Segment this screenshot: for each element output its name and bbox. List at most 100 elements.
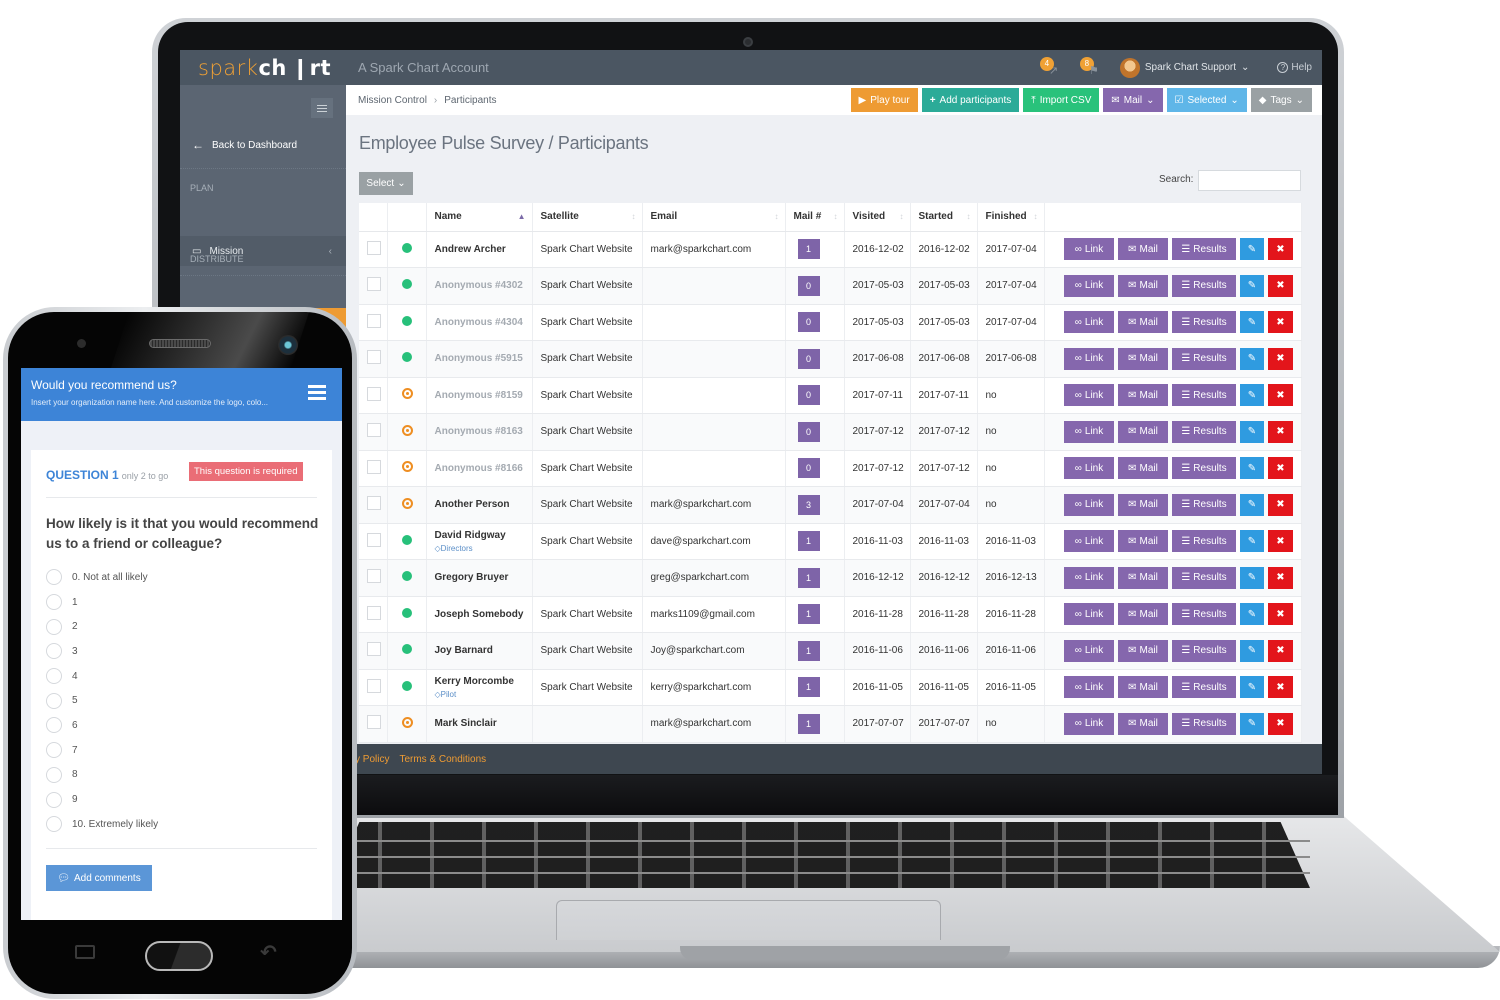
delete-button[interactable]: ✖ xyxy=(1268,420,1293,443)
answer-option[interactable]: 9 xyxy=(46,787,158,812)
column-header-visited[interactable]: Visited ↕ xyxy=(844,203,911,232)
sidebar-toggle-button[interactable] xyxy=(311,98,333,118)
results-button[interactable]: ☰ Results xyxy=(1172,639,1236,662)
radio-button[interactable] xyxy=(46,618,62,635)
row-checkbox[interactable] xyxy=(367,423,381,438)
row-checkbox[interactable] xyxy=(367,605,381,620)
row-checkbox[interactable] xyxy=(367,277,381,292)
link-button[interactable]: ∞ Link xyxy=(1064,347,1114,370)
mail-button[interactable]: ✉ Mail xyxy=(1118,274,1168,297)
participant-name[interactable]: Kerry Morcombe xyxy=(435,676,514,687)
answer-option[interactable]: 0. Not at all likely xyxy=(46,565,158,590)
home-button[interactable] xyxy=(145,941,213,971)
row-checkbox[interactable] xyxy=(367,715,381,730)
radio-button[interactable] xyxy=(46,766,62,783)
results-button[interactable]: ☰ Results xyxy=(1172,274,1236,297)
delete-button[interactable]: ✖ xyxy=(1268,712,1293,735)
answer-option[interactable]: 10. Extremely likely xyxy=(46,812,158,837)
terms-link[interactable]: Terms & Conditions xyxy=(399,754,486,765)
selected-dropdown-button[interactable]: ☑ Selected ⌄ xyxy=(1166,88,1247,112)
row-checkbox[interactable] xyxy=(367,569,381,584)
results-button[interactable]: ☰ Results xyxy=(1172,676,1236,699)
participant-name[interactable]: Anonymous #8159 xyxy=(435,390,523,401)
participant-name[interactable]: Anonymous #5915 xyxy=(435,353,523,364)
participant-name[interactable]: Mark Sinclair xyxy=(435,718,497,729)
mail-button[interactable]: ✉ Mail xyxy=(1118,420,1168,443)
edit-button[interactable]: ✎ xyxy=(1240,311,1264,334)
edit-button[interactable]: ✎ xyxy=(1240,457,1264,480)
answer-option[interactable]: 8 xyxy=(46,763,158,788)
row-checkbox[interactable] xyxy=(367,678,381,693)
radio-button[interactable] xyxy=(46,742,62,759)
mail-button[interactable]: ✉ Mail xyxy=(1118,457,1168,480)
mail-button[interactable]: ✉ Mail xyxy=(1118,639,1168,662)
delete-button[interactable]: ✖ xyxy=(1268,311,1293,334)
link-button[interactable]: ∞ Link xyxy=(1064,566,1114,589)
delete-button[interactable]: ✖ xyxy=(1268,384,1293,407)
link-button[interactable]: ∞ Link xyxy=(1064,639,1114,662)
row-checkbox[interactable] xyxy=(367,459,381,474)
mail-button[interactable]: ✉ Mail xyxy=(1118,238,1168,261)
column-header-started[interactable]: Started ↕ xyxy=(910,203,978,232)
edit-button[interactable]: ✎ xyxy=(1240,676,1264,699)
participant-name[interactable]: Gregory Bruyer xyxy=(435,572,509,583)
link-button[interactable]: ∞ Link xyxy=(1064,493,1114,516)
column-header-mail-count[interactable]: Mail # ↕ xyxy=(785,203,845,232)
edit-button[interactable]: ✎ xyxy=(1240,420,1264,443)
link-button[interactable]: ∞ Link xyxy=(1064,274,1114,297)
answer-option[interactable]: 7 xyxy=(46,738,158,763)
row-checkbox[interactable] xyxy=(367,642,381,657)
radio-button[interactable] xyxy=(46,717,62,734)
answer-option[interactable]: 3 xyxy=(46,639,158,664)
link-button[interactable]: ∞ Link xyxy=(1064,530,1114,553)
participant-name[interactable]: Another Person xyxy=(435,499,510,510)
column-header-satellite[interactable]: Satellite ↕ xyxy=(532,203,643,232)
column-header-name[interactable]: Name ▲ xyxy=(426,203,533,232)
results-button[interactable]: ☰ Results xyxy=(1172,712,1236,735)
mail-dropdown-button[interactable]: ✉ Mail ⌄ xyxy=(1103,88,1163,112)
play-tour-button[interactable]: ▶ Play tour xyxy=(850,88,918,112)
results-button[interactable]: ☰ Results xyxy=(1172,347,1236,370)
add-comments-button[interactable]: 💬︎ Add comments xyxy=(46,865,152,891)
link-button[interactable]: ∞ Link xyxy=(1064,420,1114,443)
link-button[interactable]: ∞ Link xyxy=(1064,603,1114,626)
mail-button[interactable]: ✉ Mail xyxy=(1118,566,1168,589)
delete-button[interactable]: ✖ xyxy=(1268,639,1293,662)
participant-name[interactable]: Anonymous #4302 xyxy=(435,280,523,291)
delete-button[interactable]: ✖ xyxy=(1268,274,1293,297)
delete-button[interactable]: ✖ xyxy=(1268,603,1293,626)
select-dropdown-button[interactable]: Select ⌄ xyxy=(359,172,413,195)
row-checkbox[interactable] xyxy=(367,496,381,511)
column-header-email[interactable]: Email ↕ xyxy=(642,203,786,232)
edit-button[interactable]: ✎ xyxy=(1240,238,1264,261)
import-csv-button[interactable]: ⤒ Import CSV xyxy=(1023,88,1100,112)
results-button[interactable]: ☰ Results xyxy=(1172,566,1236,589)
column-header-finished[interactable]: Finished ↕ xyxy=(977,203,1045,232)
privacy-policy-link[interactable]: y Policy xyxy=(355,754,389,765)
delete-button[interactable]: ✖ xyxy=(1268,457,1293,480)
user-menu[interactable]: Spark Chart Support ⌄ xyxy=(1119,57,1249,78)
answer-option[interactable]: 5 xyxy=(46,688,158,713)
radio-button[interactable] xyxy=(46,594,62,611)
results-button[interactable]: ☰ Results xyxy=(1172,311,1236,334)
edit-button[interactable]: ✎ xyxy=(1240,347,1264,370)
edit-button[interactable]: ✎ xyxy=(1240,712,1264,735)
radio-button[interactable] xyxy=(46,816,62,833)
notification-flag[interactable]: 8 ⚑ xyxy=(1079,56,1102,79)
delete-button[interactable]: ✖ xyxy=(1268,676,1293,699)
hamburger-menu-icon[interactable] xyxy=(308,385,326,400)
radio-button[interactable] xyxy=(46,791,62,808)
answer-option[interactable]: 6 xyxy=(46,713,158,738)
row-checkbox[interactable] xyxy=(367,532,381,547)
link-button[interactable]: ∞ Link xyxy=(1064,384,1114,407)
row-checkbox[interactable] xyxy=(367,240,381,255)
participant-name[interactable]: Joseph Somebody xyxy=(435,609,524,620)
row-checkbox[interactable] xyxy=(367,350,381,365)
breadcrumb-item[interactable]: Mission Control xyxy=(358,95,427,106)
delete-button[interactable]: ✖ xyxy=(1268,347,1293,370)
mail-button[interactable]: ✉ Mail xyxy=(1118,311,1168,334)
results-button[interactable]: ☰ Results xyxy=(1172,238,1236,261)
answer-option[interactable]: 1 xyxy=(46,590,158,615)
radio-button[interactable] xyxy=(46,643,62,660)
edit-button[interactable]: ✎ xyxy=(1240,274,1264,297)
